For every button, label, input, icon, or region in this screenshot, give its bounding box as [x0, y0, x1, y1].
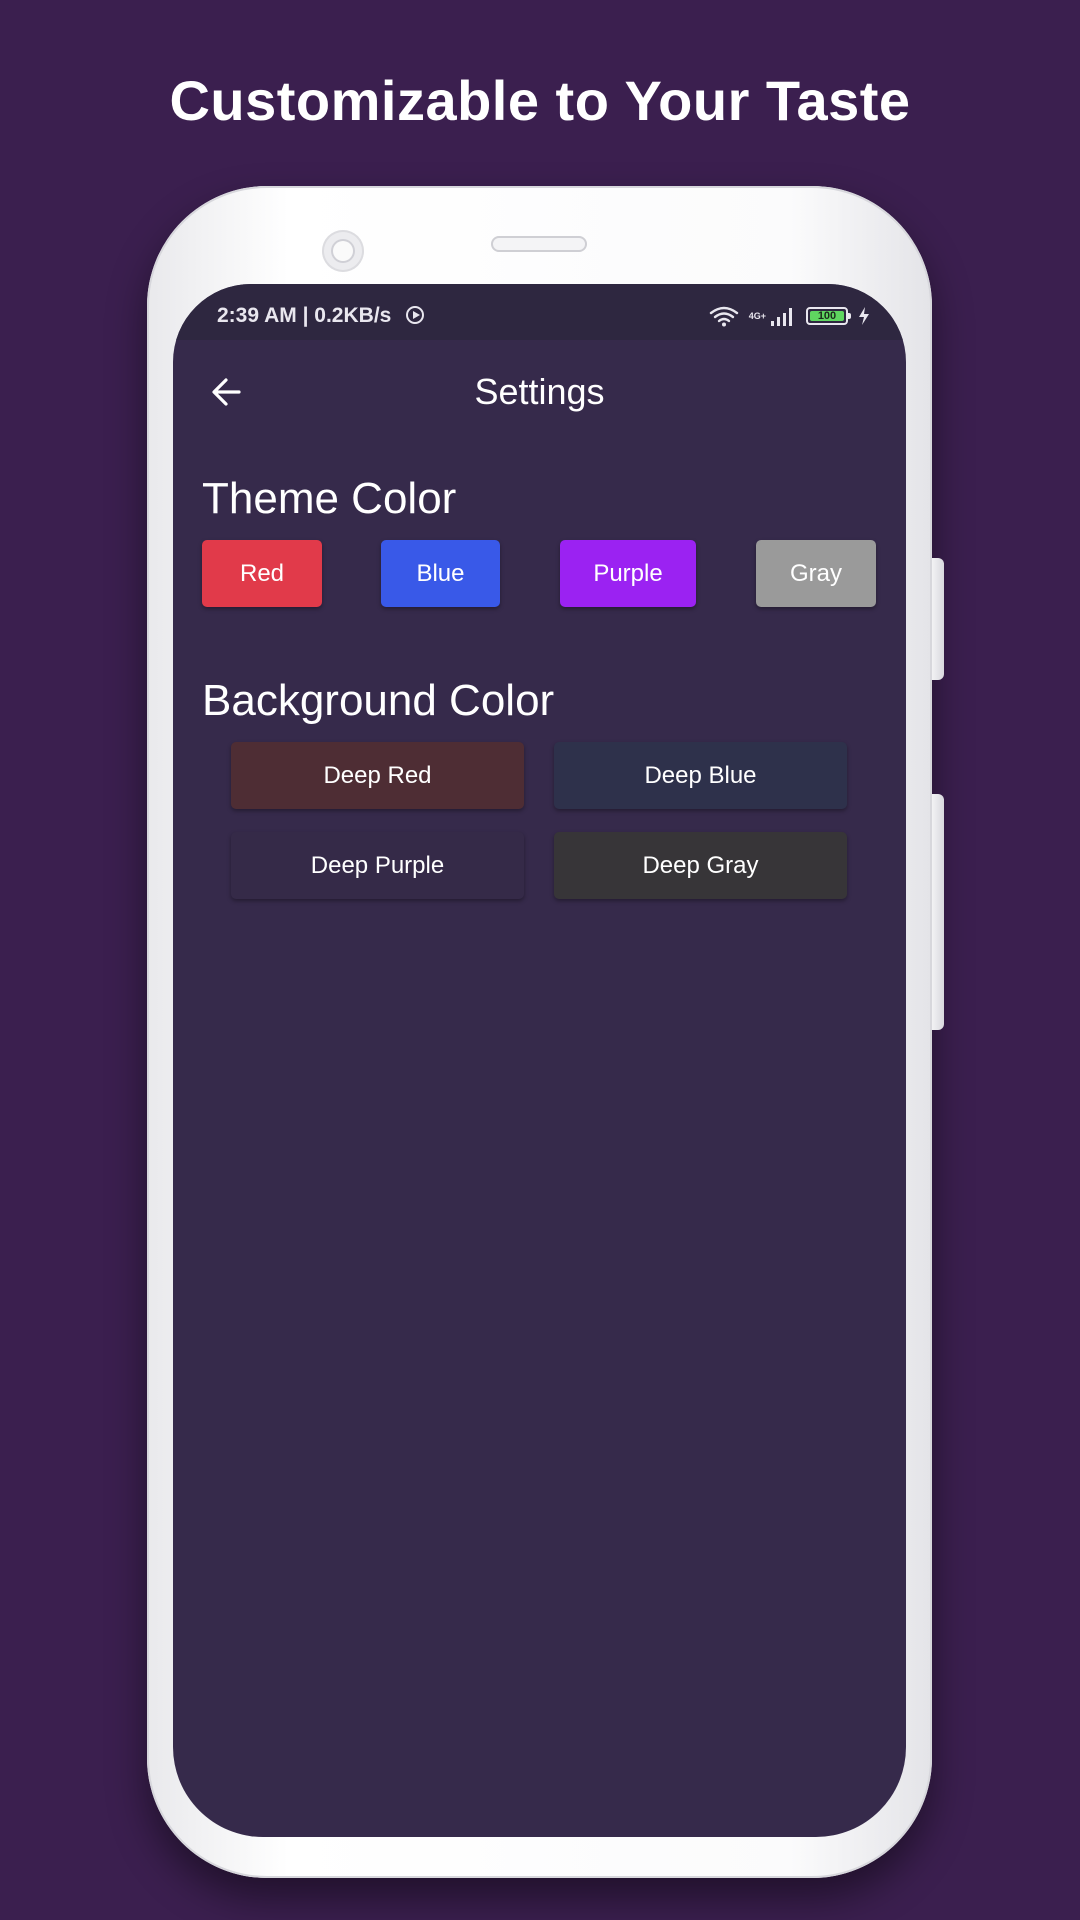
network-type-label: 4G+ — [748, 310, 766, 321]
status-icons: 4G+ 100 — [709, 302, 870, 330]
bg-deep-blue-button[interactable]: Deep Blue — [554, 742, 847, 809]
status-bar: 2:39 AM | 0.2KB/s 4G+ 100 — [173, 284, 906, 340]
theme-red-button[interactable]: Red — [202, 540, 322, 607]
phone-screen: 2:39 AM | 0.2KB/s 4G+ 100 Settings Theme… — [173, 284, 906, 1837]
phone-frame: 2:39 AM | 0.2KB/s 4G+ 100 Settings Theme… — [147, 186, 944, 1878]
charging-bolt-icon — [859, 307, 869, 325]
page-title: Settings — [474, 371, 605, 412]
power-button — [932, 794, 944, 1030]
battery-icon: 100 — [806, 307, 851, 325]
theme-purple-button[interactable]: Purple — [560, 540, 696, 607]
promo-headline: Customizable to Your Taste — [169, 69, 911, 132]
bg-deep-purple-button[interactable]: Deep Purple — [231, 832, 524, 899]
theme-blue-button[interactable]: Blue — [381, 540, 500, 607]
battery-level: 100 — [817, 310, 837, 322]
front-camera — [322, 230, 364, 272]
volume-button — [932, 558, 944, 680]
theme-gray-button[interactable]: Gray — [756, 540, 876, 607]
bg-deep-gray-button[interactable]: Deep Gray — [554, 832, 847, 899]
background-color-heading: Background Color — [202, 676, 555, 725]
theme-color-heading: Theme Color — [202, 474, 457, 523]
play-circle-icon — [406, 306, 424, 324]
wifi-icon — [709, 306, 738, 327]
bg-deep-red-button[interactable]: Deep Red — [231, 742, 524, 809]
status-time-speed: 2:39 AM | 0.2KB/s — [217, 304, 392, 327]
signal-icon — [771, 308, 792, 326]
earpiece-speaker — [491, 236, 587, 252]
